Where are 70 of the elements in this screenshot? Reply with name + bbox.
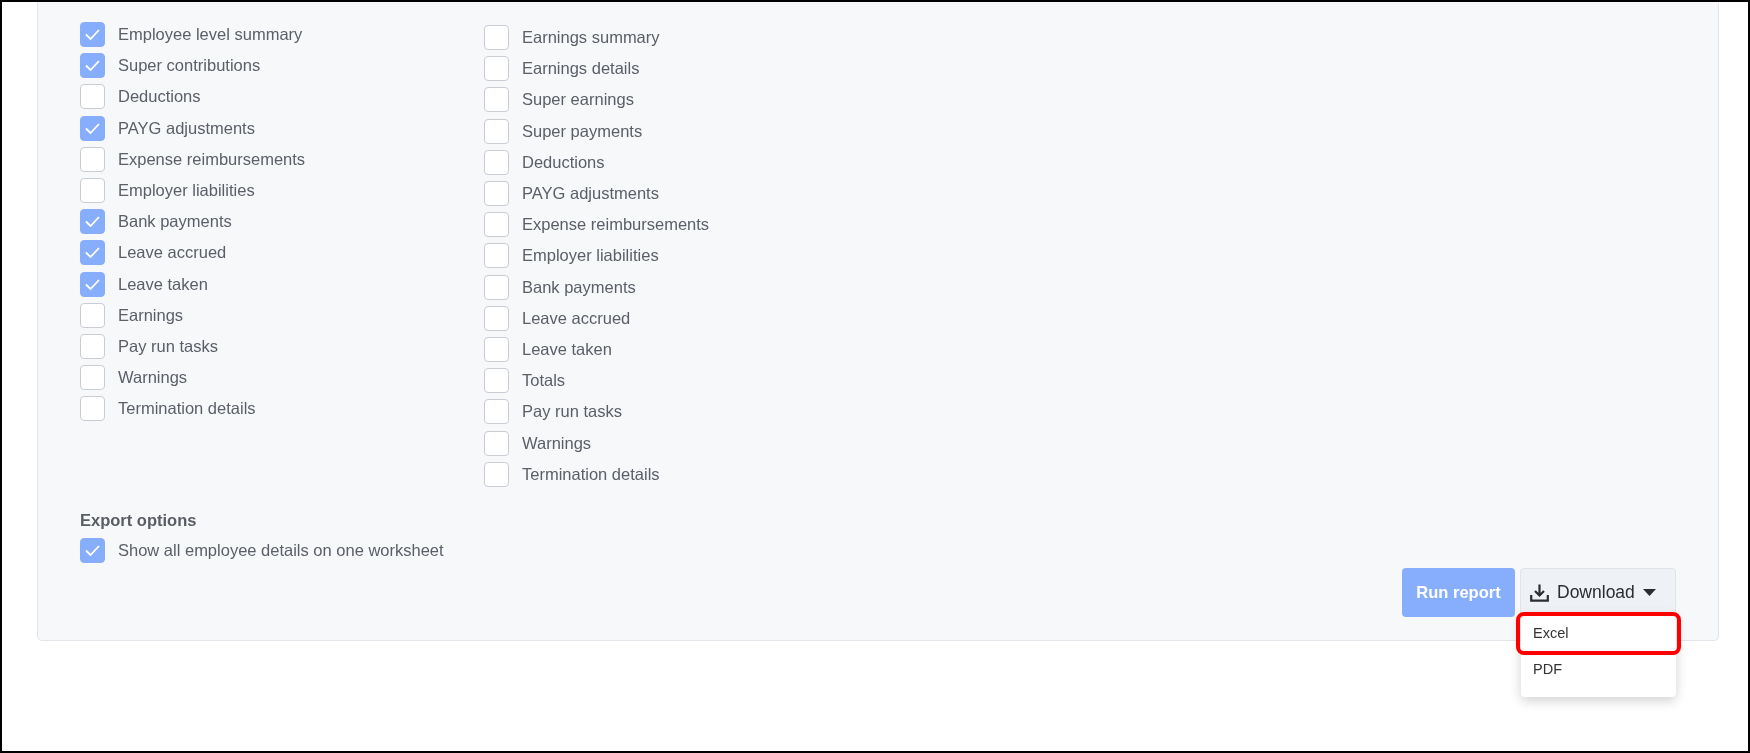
check-icon — [85, 29, 100, 41]
checkbox-label: Leave accrued — [118, 243, 227, 263]
check-icon — [85, 60, 100, 72]
checkbox-label: Leave taken — [118, 274, 208, 294]
checkbox[interactable] — [484, 305, 509, 331]
download-icon — [1530, 583, 1549, 602]
checkbox-label: Totals — [522, 371, 566, 391]
checkbox-label: Super payments — [522, 121, 643, 141]
checkbox[interactable] — [484, 430, 509, 456]
checkbox[interactable] — [80, 271, 105, 297]
checkbox-label: Employee level summary — [118, 25, 303, 45]
checkbox[interactable] — [80, 365, 105, 391]
checkbox-label: Super earnings — [522, 90, 634, 110]
checkbox[interactable] — [80, 240, 105, 266]
checkbox[interactable] — [484, 368, 509, 394]
checkbox-label: PAYG adjustments — [118, 118, 255, 138]
checkbox-label: Bank payments — [522, 277, 636, 297]
checkbox[interactable] — [484, 56, 509, 82]
checkbox[interactable] — [484, 181, 509, 207]
check-icon — [85, 122, 100, 134]
checkbox[interactable] — [80, 209, 105, 235]
checkbox[interactable] — [80, 115, 105, 141]
checkbox-label: Leave accrued — [522, 308, 631, 328]
checkbox-label: PAYG adjustments — [522, 184, 659, 204]
caret-icon — [1642, 589, 1656, 596]
checkbox-label: Termination details — [522, 464, 660, 484]
checkbox-label: Leave taken — [522, 339, 612, 359]
checkbox-label: Expense reimbursements — [118, 149, 306, 169]
checkbox[interactable] — [484, 25, 509, 51]
checkbox-label: Warnings — [522, 433, 592, 453]
checkbox[interactable] — [80, 146, 105, 172]
checkbox[interactable] — [484, 399, 509, 425]
checkbox-label: Expense reimbursements — [522, 215, 710, 235]
checkbox-label: Earnings details — [522, 59, 640, 79]
menu-item[interactable]: PDF — [1521, 655, 1676, 683]
check-icon — [85, 216, 100, 228]
checkbox[interactable] — [80, 178, 105, 204]
checkbox[interactable] — [80, 302, 105, 328]
checkbox[interactable] — [484, 87, 509, 113]
section-heading: Export options — [80, 509, 198, 531]
checkbox-label: Warnings — [118, 368, 188, 388]
checkbox-label: Super contributions — [118, 56, 261, 76]
checkbox[interactable] — [484, 336, 509, 362]
checkbox-label: Termination details — [118, 399, 256, 419]
menu-item[interactable]: Excel — [1516, 612, 1681, 655]
checkbox[interactable] — [80, 22, 105, 48]
checkbox[interactable] — [484, 212, 509, 238]
checkbox[interactable] — [484, 243, 509, 269]
checkbox-label: Earnings summary — [522, 28, 660, 48]
checkbox[interactable] — [80, 84, 105, 110]
checkbox-label: Deductions — [522, 152, 605, 172]
checkbox[interactable] — [80, 333, 105, 359]
checkbox[interactable] — [484, 149, 509, 175]
checkbox-label: Employer liabilities — [118, 181, 255, 201]
check-icon — [85, 278, 100, 290]
checkbox-label: Pay run tasks — [522, 402, 622, 422]
checkbox[interactable] — [484, 461, 509, 487]
checkbox-label: Employer liabilities — [522, 246, 659, 266]
checkbox-label: Pay run tasks — [118, 336, 218, 356]
checkbox-label: Bank payments — [118, 212, 232, 232]
check-icon — [85, 544, 100, 556]
checkbox[interactable] — [484, 118, 509, 144]
checkbox-label: Deductions — [118, 87, 201, 107]
checkbox[interactable] — [80, 396, 105, 422]
check-icon — [85, 247, 100, 259]
checkbox-label: Earnings — [118, 305, 184, 325]
checkbox[interactable] — [80, 537, 105, 563]
checkbox[interactable] — [80, 53, 105, 79]
checkbox-label: Show all employee details on one worksheet — [118, 540, 444, 560]
checkbox[interactable] — [484, 274, 509, 300]
